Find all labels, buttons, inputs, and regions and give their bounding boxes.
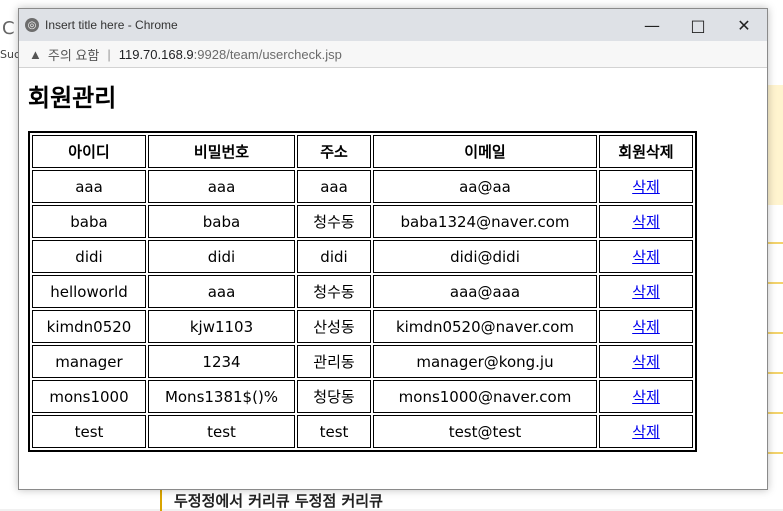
cell-email: aaa@aaa bbox=[373, 275, 597, 308]
window-title: Insert title here - Chrome bbox=[45, 18, 178, 32]
cell-password: baba bbox=[148, 205, 295, 238]
title-bar[interactable]: ◎ Insert title here - Chrome — □ ✕ bbox=[19, 9, 767, 41]
background-bottom-text: 두정정에서 커리큐 두정점 커리큐 bbox=[160, 490, 383, 511]
cell-id: kimdn0520 bbox=[32, 310, 146, 343]
cell-id: helloworld bbox=[32, 275, 146, 308]
cell-delete: 삭제 bbox=[599, 345, 693, 378]
minimize-icon: — bbox=[644, 15, 660, 35]
column-header-id: 아이디 bbox=[32, 135, 146, 168]
cell-address: 청수동 bbox=[297, 275, 371, 308]
column-header-email: 이메일 bbox=[373, 135, 597, 168]
background-divider bbox=[766, 412, 783, 414]
cell-delete: 삭제 bbox=[599, 205, 693, 238]
cell-address: 산성동 bbox=[297, 310, 371, 343]
cell-email: manager@kong.ju bbox=[373, 345, 597, 378]
table-row: test test test test@test 삭제 bbox=[32, 415, 693, 448]
cell-delete: 삭제 bbox=[599, 240, 693, 273]
cell-id: didi bbox=[32, 240, 146, 273]
cell-delete: 삭제 bbox=[599, 170, 693, 203]
cell-id: manager bbox=[32, 345, 146, 378]
page-title: 회원관리 bbox=[28, 84, 117, 112]
security-warning[interactable]: 주의 요함 bbox=[48, 45, 99, 64]
column-header-address: 주소 bbox=[297, 135, 371, 168]
column-header-password: 비밀번호 bbox=[148, 135, 295, 168]
table-row: didi didi didi didi@didi 삭제 bbox=[32, 240, 693, 273]
globe-icon: ◎ bbox=[25, 18, 39, 32]
cell-password: Mons1381$()% bbox=[148, 380, 295, 413]
cell-delete: 삭제 bbox=[599, 415, 693, 448]
member-table: 아이디 비밀번호 주소 이메일 회원삭제 aaa aaa aaa aa@aa 삭… bbox=[28, 131, 697, 452]
cell-email: didi@didi bbox=[373, 240, 597, 273]
table-row: kimdn0520 kjw1103 산성동 kimdn0520@naver.co… bbox=[32, 310, 693, 343]
cell-address: test bbox=[297, 415, 371, 448]
background-banner bbox=[766, 85, 783, 205]
address-bar[interactable]: ▲ 주의 요함 | 119.70.168.9:9928/team/userche… bbox=[19, 41, 767, 68]
cell-id: baba bbox=[32, 205, 146, 238]
delete-link[interactable]: 삭제 bbox=[632, 353, 660, 371]
maximize-button[interactable]: □ bbox=[675, 9, 721, 41]
cell-password: aaa bbox=[148, 275, 295, 308]
cell-password: kjw1103 bbox=[148, 310, 295, 343]
background-divider bbox=[766, 452, 783, 454]
cell-delete: 삭제 bbox=[599, 310, 693, 343]
table-row: mons1000 Mons1381$()% 청당동 mons1000@naver… bbox=[32, 380, 693, 413]
background-divider bbox=[766, 372, 783, 374]
column-header-delete: 회원삭제 bbox=[599, 135, 693, 168]
cell-id: aaa bbox=[32, 170, 146, 203]
close-icon: ✕ bbox=[737, 15, 751, 35]
delete-link[interactable]: 삭제 bbox=[632, 318, 660, 336]
cell-email: baba1324@naver.com bbox=[373, 205, 597, 238]
cell-email: aa@aa bbox=[373, 170, 597, 203]
cell-password: didi bbox=[148, 240, 295, 273]
cell-id: test bbox=[32, 415, 146, 448]
window-controls: — □ ✕ bbox=[629, 9, 767, 41]
cell-password: test bbox=[148, 415, 295, 448]
cell-id: mons1000 bbox=[32, 380, 146, 413]
delete-link[interactable]: 삭제 bbox=[632, 178, 660, 196]
cell-email: kimdn0520@naver.com bbox=[373, 310, 597, 343]
cell-delete: 삭제 bbox=[599, 380, 693, 413]
cell-address: aaa bbox=[297, 170, 371, 203]
minimize-button[interactable]: — bbox=[629, 9, 675, 41]
url-host[interactable]: 119.70.168.9 bbox=[119, 47, 194, 62]
table-row: helloworld aaa 청수동 aaa@aaa 삭제 bbox=[32, 275, 693, 308]
cell-address: 청수동 bbox=[297, 205, 371, 238]
cell-password: aaa bbox=[148, 170, 295, 203]
cell-email: test@test bbox=[373, 415, 597, 448]
delete-link[interactable]: 삭제 bbox=[632, 423, 660, 441]
delete-link[interactable]: 삭제 bbox=[632, 248, 660, 266]
background-divider bbox=[766, 242, 783, 244]
reload-icon-fragment: C bbox=[2, 18, 15, 39]
warning-icon[interactable]: ▲ bbox=[29, 47, 42, 62]
cell-address: didi bbox=[297, 240, 371, 273]
url-path[interactable]: :9928/team/usercheck.jsp bbox=[194, 47, 342, 62]
table-row: baba baba 청수동 baba1324@naver.com 삭제 bbox=[32, 205, 693, 238]
delete-link[interactable]: 삭제 bbox=[632, 388, 660, 406]
cell-email: mons1000@naver.com bbox=[373, 380, 597, 413]
background-divider bbox=[766, 282, 783, 284]
page-content: 회원관리 아이디 비밀번호 주소 이메일 회원삭제 aaa aaa aaa aa… bbox=[19, 68, 767, 462]
table-header-row: 아이디 비밀번호 주소 이메일 회원삭제 bbox=[32, 135, 693, 168]
table-row: manager 1234 관리동 manager@kong.ju 삭제 bbox=[32, 345, 693, 378]
popup-window: ◎ Insert title here - Chrome — □ ✕ ▲ 주의 … bbox=[18, 8, 768, 490]
background-left-fragment: C Suc bbox=[0, 18, 20, 78]
delete-link[interactable]: 삭제 bbox=[632, 213, 660, 231]
maximize-icon: □ bbox=[690, 15, 706, 35]
cell-delete: 삭제 bbox=[599, 275, 693, 308]
cell-password: 1234 bbox=[148, 345, 295, 378]
cell-address: 관리동 bbox=[297, 345, 371, 378]
background-left-text: Suc bbox=[0, 48, 21, 61]
delete-link[interactable]: 삭제 bbox=[632, 283, 660, 301]
table-row: aaa aaa aaa aa@aa 삭제 bbox=[32, 170, 693, 203]
background-divider bbox=[766, 332, 783, 334]
cell-address: 청당동 bbox=[297, 380, 371, 413]
close-button[interactable]: ✕ bbox=[721, 9, 767, 41]
address-separator: | bbox=[107, 46, 111, 62]
